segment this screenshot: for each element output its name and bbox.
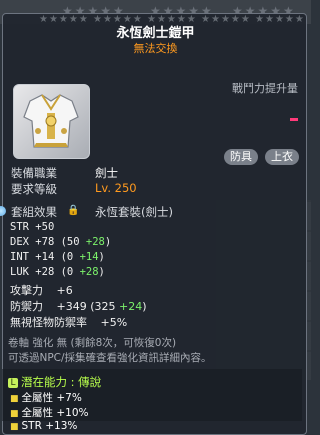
bullet-icon: ■	[10, 409, 19, 419]
stat-defense: 防禦力 +349 (325 +24)	[10, 300, 147, 313]
stat-luk: LUK +28 (0 +28)	[10, 266, 105, 278]
potential-line: ■ 全屬性 +7%	[10, 392, 82, 404]
stat-dex: DEX +78 (50 +28)	[10, 236, 112, 248]
armor-icon	[23, 94, 79, 148]
req-level-label: 要求等級	[11, 182, 57, 196]
bullet-icon: ■	[10, 422, 19, 432]
legendary-potential-icon: L	[8, 378, 18, 388]
req-job-value: 劍士	[95, 166, 118, 180]
lock-icon: 🔒	[67, 205, 80, 216]
stat-attack: 攻擊力 +6	[10, 284, 73, 297]
scroll-upgrade-hint: 可透過NPC/採集確查看強化資訊詳細內容。	[8, 352, 212, 364]
req-level-value: Lv. 250	[95, 181, 137, 195]
set-effect-label: 套組效果	[11, 205, 57, 219]
combat-power-indicator	[290, 118, 298, 121]
potential-line: ■ 全屬性 +10%	[10, 407, 89, 419]
scroll-upgrade-info: 卷軸 強化 無 (剩餘8次，可恢復0次)	[8, 337, 177, 349]
potential-line: ■ STR +13%	[10, 420, 78, 432]
stat-ignore-defense: 無視怪物防禦率 +5%	[10, 316, 128, 329]
stat-int: INT +14 (0 +14)	[10, 251, 105, 263]
potential-header: L 潛在能力 : 傳說	[8, 374, 101, 390]
item-name: 永恆劍士鎧甲	[116, 26, 195, 41]
tag-armor: 防具	[224, 149, 258, 165]
trade-status: 無法交換	[133, 42, 178, 55]
tag-top: 上衣	[265, 149, 299, 165]
set-effect-value: 永恆套裝(劍士)	[95, 205, 173, 219]
req-job-label: 裝備職業	[11, 166, 57, 180]
combat-power-label: 戰鬥力提升量	[232, 82, 298, 95]
stat-str: STR +50	[10, 221, 55, 233]
item-icon-frame	[13, 84, 90, 159]
bullet-icon: ■	[10, 394, 19, 404]
